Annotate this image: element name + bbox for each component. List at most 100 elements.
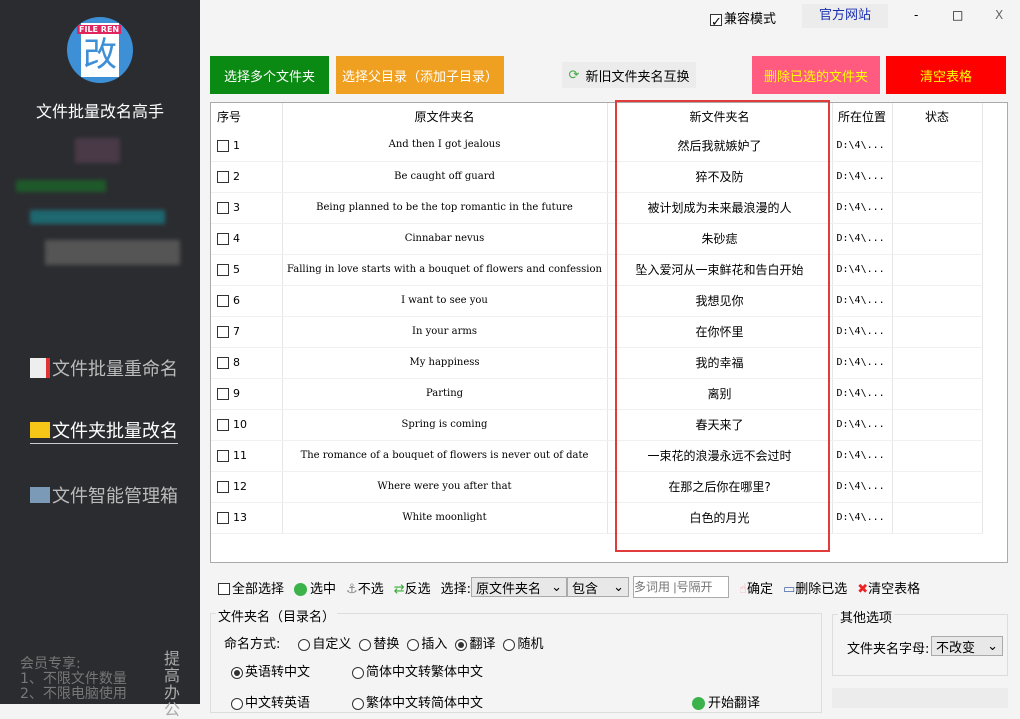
row-number-cell: 2 [211, 161, 283, 193]
row-number-cell: 5 [211, 254, 283, 286]
original-name-cell: And then I got jealous [282, 130, 608, 162]
table-row[interactable]: 10 Spring is coming 春天来了 D:\4\... [211, 409, 983, 441]
row-checkbox[interactable] [217, 202, 229, 214]
row-number-cell: 4 [211, 223, 283, 255]
window-delete-icon: ▭ [782, 581, 796, 597]
row-checkbox[interactable] [217, 512, 229, 524]
table-row[interactable]: 9 Parting 离别 D:\4\... [211, 378, 983, 410]
app-logo: FILE REN 改 [67, 17, 133, 83]
close-button[interactable]: X [995, 8, 1003, 22]
col-no[interactable]: 序号 [211, 103, 283, 130]
official-site-link[interactable]: 官方网站 [802, 4, 888, 28]
nav-folder-rename[interactable]: 文件夹批量改名 [30, 417, 178, 444]
row-number-cell: 8 [211, 347, 283, 379]
row-number-cell: 1 [211, 130, 283, 162]
status-cell [892, 378, 983, 410]
table-row[interactable]: 1 And then I got jealous 然后我就嫉妒了 D:\4\..… [211, 130, 983, 162]
table-row[interactable]: 2 Be caught off guard 猝不及防 D:\4\... [211, 161, 983, 193]
location-cell: D:\4\... [832, 471, 893, 503]
table-row[interactable]: 11 The romance of a bouquet of flowers i… [211, 440, 983, 472]
original-name-cell: Where were you after that [282, 471, 608, 503]
mode-replace-radio[interactable]: 替换 [359, 633, 399, 652]
nav-label: 文件夹批量改名 [52, 421, 178, 442]
row-checkbox[interactable] [217, 388, 229, 400]
sidebar: FILE REN 改 文件批量改名高手 文件批量重命名 文件夹批量改名 文件智能管… [0, 0, 200, 718]
clear-table-small-button[interactable]: ✖清空表格 [857, 578, 920, 597]
table-row[interactable]: 5 Falling in love starts with a bouquet … [211, 254, 983, 286]
compat-mode-checkbox[interactable]: ✓ 兼容模式 [710, 8, 776, 30]
mode-random-radio[interactable]: 随机 [503, 633, 543, 652]
row-checkbox[interactable] [217, 450, 229, 462]
row-checkbox[interactable] [217, 419, 229, 431]
table-row[interactable]: 3 Being planned to be the top romantic i… [211, 192, 983, 224]
selection-toolbar: 全部选择 选中 ⚓不选 ⇄反选 选择: 原文件夹名⌄ 包含⌄ ☝确定 ▭删除已选… [210, 572, 1010, 602]
select-parent-button[interactable]: 选择父目录（添加子目录） [336, 56, 504, 94]
status-cell [892, 285, 983, 317]
mode-insert-radio[interactable]: 插入 [407, 633, 447, 652]
case-select[interactable]: 不改变 ⌄ [931, 636, 1003, 656]
table-row[interactable]: 8 My happiness 我的幸福 D:\4\... [211, 347, 983, 379]
vip-info: 会员专享: 1、不限文件数量 2、不限电脑使用 [20, 656, 127, 702]
original-name-cell: I want to see you [282, 285, 608, 317]
minimize-button[interactable]: - [914, 8, 918, 22]
row-checkbox[interactable] [217, 357, 229, 369]
table-row[interactable]: 6 I want to see you 我想见你 D:\4\... [211, 285, 983, 317]
delete-selected-button[interactable]: ▭删除已选 [783, 578, 847, 597]
row-checkbox[interactable] [217, 481, 229, 493]
folder-icon [30, 422, 50, 438]
table-row[interactable]: 13 White moonlight 白色的月光 D:\4\... [211, 502, 983, 534]
select-label: 选择: [440, 581, 472, 597]
check-circle-icon [294, 582, 308, 596]
original-name-cell: Spring is coming [282, 409, 608, 441]
original-name-cell: Parting [282, 378, 608, 410]
other-options-title: 其他选项 [838, 607, 895, 626]
location-cell: D:\4\... [832, 285, 893, 317]
table-row[interactable]: 12 Where were you after that 在那之后你在哪里? D… [211, 471, 983, 503]
location-cell: D:\4\... [832, 378, 893, 410]
location-cell: D:\4\... [832, 409, 893, 441]
row-checkbox[interactable] [217, 264, 229, 276]
folder-table: 序号 原文件夹名 新文件夹名 所在位置 状态 1 And then I got … [210, 102, 1008, 563]
row-checkbox[interactable] [217, 233, 229, 245]
status-cell [892, 223, 983, 255]
row-checkbox[interactable] [217, 295, 229, 307]
table-row[interactable]: 7 In your arms 在你怀里 D:\4\... [211, 316, 983, 348]
match-select[interactable]: 包含 ⌄ [567, 577, 630, 597]
row-checkbox[interactable] [217, 326, 229, 338]
clear-table-button[interactable]: 清空表格 [886, 56, 1006, 94]
select-all-checkbox[interactable]: 全部选择 [210, 578, 284, 597]
keyword-input[interactable] [633, 576, 730, 598]
field-select[interactable]: 原文件夹名 ⌄ [471, 577, 568, 597]
zh-to-en-radio[interactable]: 中文转英语 [231, 692, 310, 711]
location-cell: D:\4\... [832, 502, 893, 534]
swap-names-button[interactable]: ⟳ 新旧文件夹名互换 [562, 62, 696, 88]
location-cell: D:\4\... [832, 254, 893, 286]
row-number-cell: 7 [211, 316, 283, 348]
uncheck-button[interactable]: ⚓不选 [346, 578, 384, 597]
document-icon [30, 358, 50, 378]
start-translate-button[interactable]: 开始翻译 [692, 692, 760, 711]
delete-selected-folders-button[interactable]: 删除已选的文件夹 [752, 56, 880, 94]
maximize-button[interactable]: □ [952, 8, 963, 22]
row-checkbox[interactable] [217, 139, 229, 152]
simp-to-trad-radio[interactable]: 简体中文转繁体中文 [352, 661, 483, 680]
search-box-icon [30, 487, 50, 503]
confirm-button[interactable]: ☝确定 [739, 578, 773, 597]
location-cell: D:\4\... [832, 440, 893, 472]
table-row[interactable]: 4 Cinnabar nevus 朱砂痣 D:\4\... [211, 223, 983, 255]
status-cell [892, 316, 983, 348]
nav-file-rename[interactable]: 文件批量重命名 [30, 355, 178, 381]
mode-custom-radio[interactable]: 自定义 [298, 633, 351, 652]
invert-button[interactable]: ⇄反选 [394, 578, 431, 597]
row-checkbox[interactable] [217, 171, 229, 183]
hand-icon: ☝ [739, 581, 747, 597]
trad-to-simp-radio[interactable]: 繁体中文转简体中文 [352, 692, 483, 711]
col-original[interactable]: 原文件夹名 [282, 103, 608, 130]
mode-translate-radio[interactable]: 翻译 [455, 633, 495, 652]
col-location[interactable]: 所在位置 [832, 103, 893, 130]
nav-file-manager[interactable]: 文件智能管理箱 [30, 482, 178, 508]
check-button[interactable]: 选中 [294, 578, 336, 597]
en-to-zh-radio[interactable]: 英语转中文 [231, 661, 310, 680]
select-folders-button[interactable]: 选择多个文件夹 [210, 56, 329, 94]
col-status[interactable]: 状态 [892, 103, 983, 130]
